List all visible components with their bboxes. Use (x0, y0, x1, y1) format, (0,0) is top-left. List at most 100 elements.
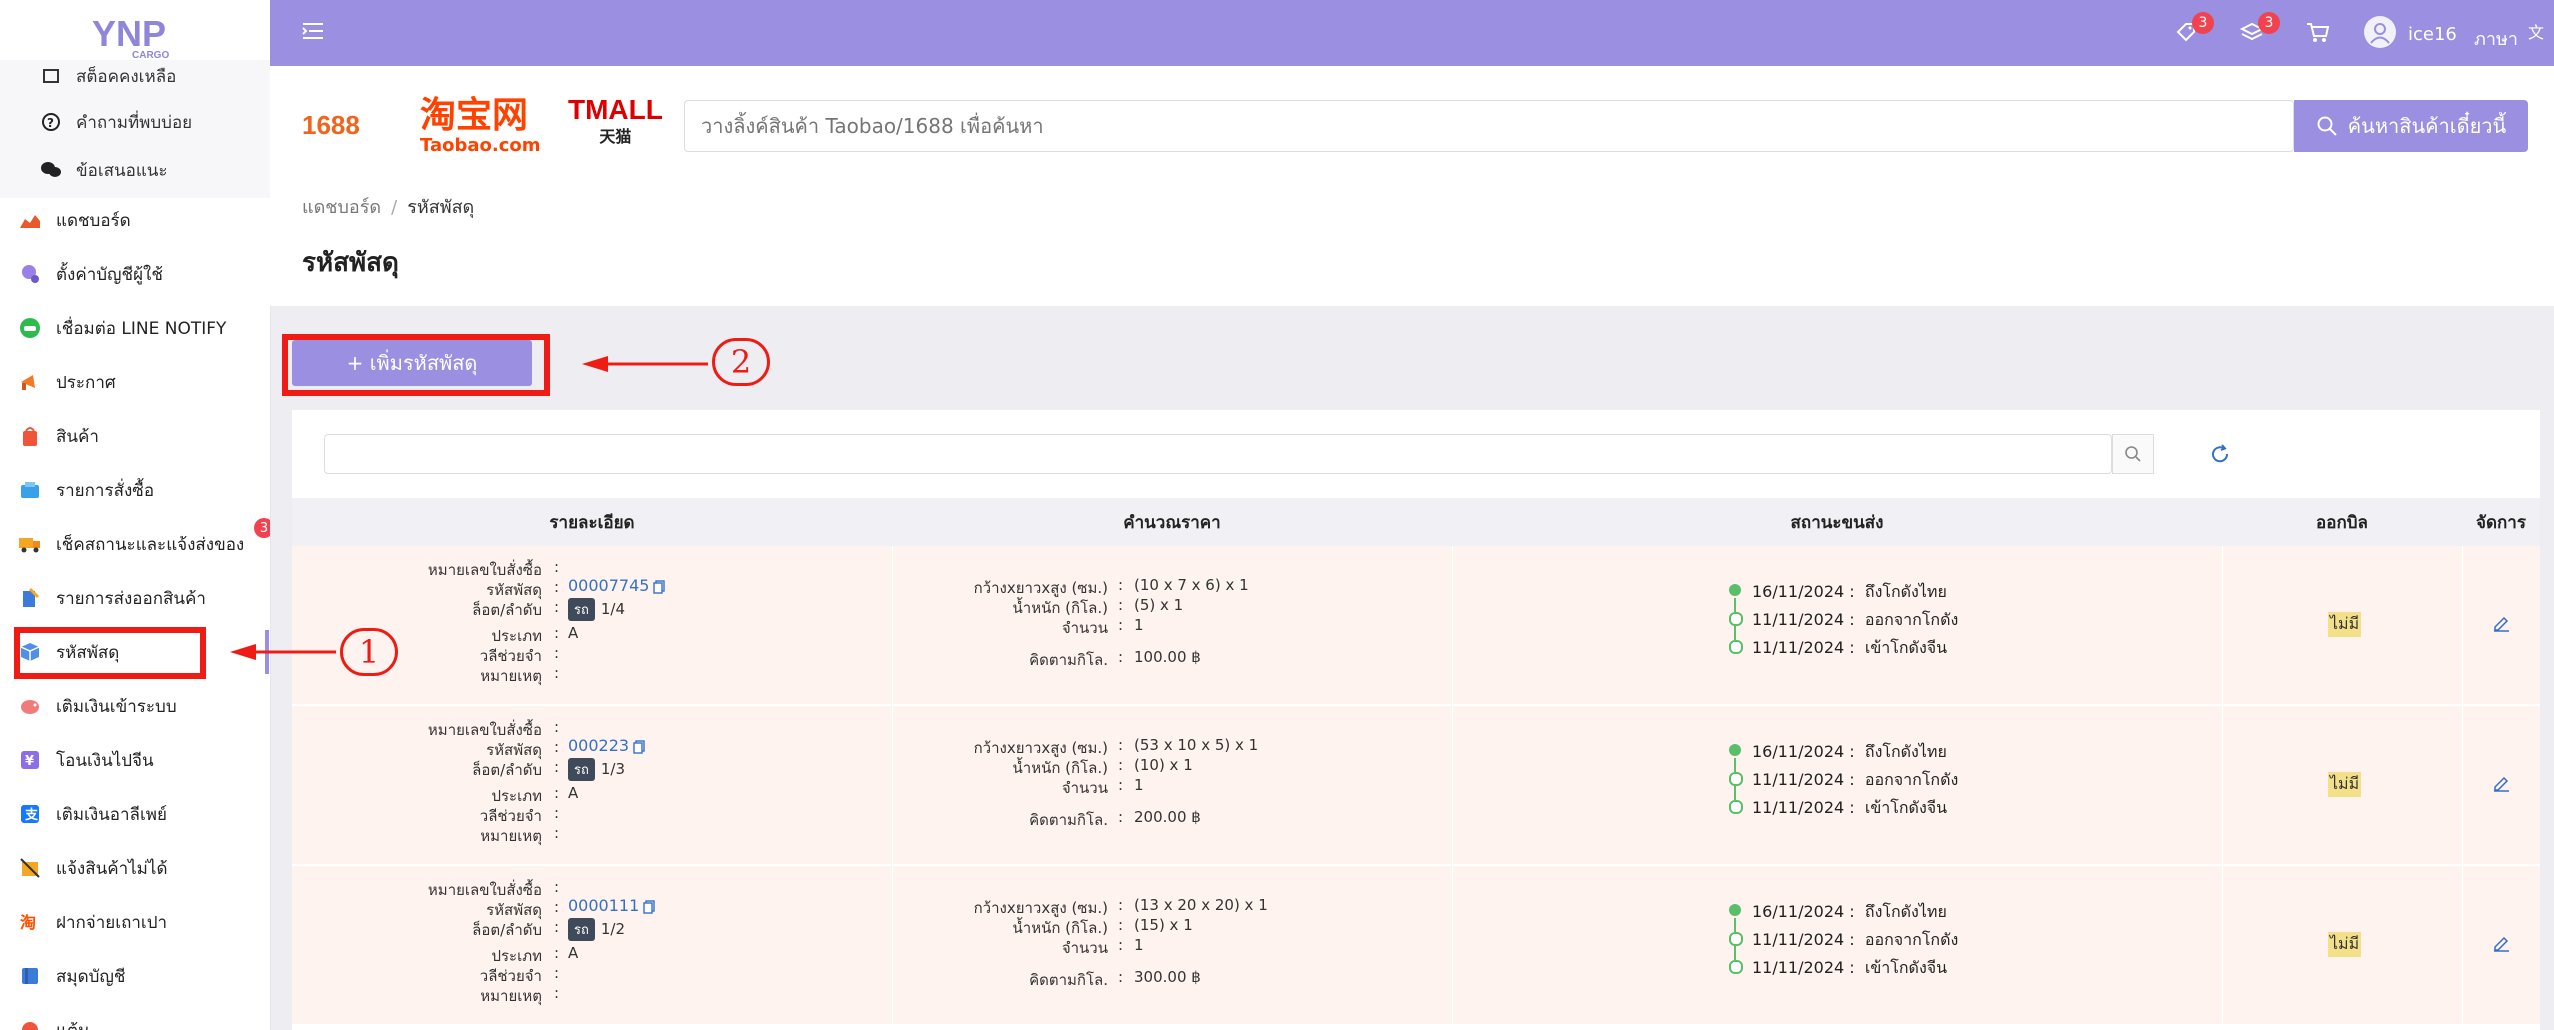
edit-icon[interactable] (2492, 774, 2510, 792)
language-selector[interactable]: ภาษา (2474, 24, 2518, 53)
detail-label: ล็อต/ลำดับ (472, 601, 542, 619)
detail-colon: : (554, 944, 560, 962)
search-button[interactable]: ค้นหาสินค้าเดี๋ยวนี้ (2294, 100, 2528, 152)
refresh-icon[interactable] (2208, 442, 2232, 466)
breadcrumb-separator: / (391, 197, 398, 218)
sidebar-item-line-notify[interactable]: เชื่อมต่อ LINE NOTIFY (18, 308, 270, 348)
parcel-code[interactable]: 00007745 (568, 576, 666, 595)
book-icon (18, 964, 42, 988)
header-price: คำนวณราคา (1123, 512, 1221, 533)
sidebar-item-orders[interactable]: รายการสั่งซื้อ (18, 470, 270, 510)
sidebar-item-tracking[interactable]: เช็คสถานะและแจ้งส่งของ 3 (18, 518, 270, 564)
timeline-dot (1729, 960, 1743, 974)
edit-icon[interactable] (2492, 614, 2510, 632)
truck-icon (18, 532, 42, 556)
price-colon: : (1118, 756, 1124, 774)
sidebar-item-taobao-pay[interactable]: 淘 ฝากจ่ายเถาเปา (18, 902, 270, 942)
dimensions: (53 x 10 x 5) x 1 (1134, 736, 1259, 754)
bag-icon (18, 424, 42, 448)
sidebar-sub-faq[interactable]: ? คำถามที่พบบ่อย (40, 104, 192, 140)
price-colon: : (1118, 648, 1124, 666)
sidebar-item-export[interactable]: รายการส่งออกสินค้า (18, 578, 270, 618)
sidebar-item-account[interactable]: ตั้งค่าบัญชีผู้ใช้ (18, 254, 270, 294)
price-total: 200.00 ฿ (1134, 808, 1201, 826)
step-2-marker: 2 (712, 338, 770, 386)
sidebar-item-label: สมุดบัญชี (56, 966, 126, 987)
detail-colon: : (554, 824, 560, 842)
logo-taobao[interactable]: 淘宝网 Taobao.com (420, 96, 541, 156)
table-row: หมายเลขใบสั่งซื้อ: รหัสพัสดุ: ล็อต/ลำดับ: ป… (292, 546, 2540, 706)
svg-text:支: 支 (24, 807, 39, 823)
logo-tmall[interactable]: TMALL 天猫 (568, 94, 663, 148)
sidebar-item-transfer-china[interactable]: ¥ โอนเงินไปจีน (18, 740, 270, 780)
sidebar-item-topup[interactable]: เติมเงินเข้าระบบ (18, 686, 270, 726)
detail-colon: : (554, 964, 560, 982)
sidebar-item-dashboard[interactable]: แดชบอร์ด (18, 200, 270, 240)
menu-toggle-icon[interactable] (300, 18, 326, 44)
logo-text: YNP (92, 13, 166, 54)
logo-1688[interactable]: 1688 (302, 106, 402, 153)
detail-colon: : (554, 804, 560, 822)
detail-colon: : (554, 578, 560, 596)
bill-status: ไม่มี (2328, 772, 2362, 797)
svg-text:?: ? (47, 116, 54, 130)
sidebar-item-label: เช็คสถานะและแจ้งส่งของ (56, 534, 245, 555)
brand-logo[interactable]: YNP CARGO (88, 12, 188, 61)
svg-text:¥: ¥ (25, 754, 34, 769)
sidebar-sub-stock[interactable]: สต็อคคงเหลือ (40, 58, 176, 94)
sidebar-sub-feedback[interactable]: ข้อเสนอแนะ (40, 152, 168, 188)
avatar[interactable] (2364, 16, 2396, 48)
filter-search-button[interactable] (2112, 434, 2154, 474)
sidebar-item-label: เติมเงินอาลีเพย์ (56, 804, 167, 825)
sidebar-item-ledger[interactable]: สมุดบัญชี (18, 956, 270, 996)
yuan-icon: ¥ (18, 748, 42, 772)
parcel-table-card: รายละเอียด คำนวณราคา สถานะขนส่ง ออกบิล จ… (292, 410, 2540, 1030)
table-row: หมายเลขใบสั่งซื้อ: รหัสพัสดุ: ล็อต/ลำดับ: ป… (292, 866, 2540, 1026)
detail-label: ล็อต/ลำดับ (472, 761, 542, 779)
timeline-entry: 11/11/2024 : เข้าโกดังจีน (1752, 638, 1948, 657)
timeline-dot (1729, 584, 1741, 596)
breadcrumb-home[interactable]: แดชบอร์ด (302, 197, 381, 218)
timeline-dot (1729, 932, 1743, 946)
points-icon (18, 1018, 42, 1030)
timeline-entry: 11/11/2024 : ออกจากโกดัง (1752, 610, 1959, 629)
timeline-dot (1729, 640, 1743, 654)
cell-divider (1452, 866, 1453, 1024)
arrow-step2 (582, 356, 708, 372)
timeline-entry: 16/11/2024 : ถึงโกดังไทย (1752, 742, 1947, 761)
price-colon: : (1118, 776, 1124, 794)
price-total: 300.00 ฿ (1134, 968, 1201, 986)
detail-label: ล็อต/ลำดับ (472, 921, 542, 939)
parcel-code[interactable]: 000223 (568, 736, 645, 755)
translate-icon[interactable]: 文 (2528, 18, 2554, 46)
detail-label: หมายเหตุ (480, 987, 542, 1005)
sidebar-item-label: รายการส่งออกสินค้า (56, 588, 206, 609)
cell-divider (2222, 546, 2223, 704)
search-input[interactable] (684, 100, 2294, 152)
header-details: รายละเอียด (549, 512, 635, 533)
filter-input[interactable] (324, 434, 2112, 474)
timeline-dot (1729, 800, 1743, 814)
detail-colon: : (554, 984, 560, 1002)
detail-label: หมายเหตุ (480, 827, 542, 845)
sidebar: YNP CARGO สต็อคคงเหลือ ? คำถามที่พบบ่อย … (0, 0, 271, 1030)
tracking-badge: 3 (254, 518, 270, 538)
parcel-code[interactable]: 0000111 (568, 896, 655, 915)
cart-icon[interactable] (2304, 18, 2332, 46)
sidebar-item-missing[interactable]: แจ้งสินค้าไม่ได้ (18, 848, 270, 888)
detail-colon: : (554, 758, 560, 776)
username[interactable]: ice16 (2408, 24, 2457, 45)
sidebar-item-announcement[interactable]: ประกาศ (18, 362, 270, 402)
sidebar-item-points[interactable]: แต้ม (18, 1010, 270, 1030)
cell-divider (2222, 706, 2223, 864)
sidebar-item-label: รายการสั่งซื้อ (56, 480, 155, 501)
alipay-icon: 支 (18, 802, 42, 826)
edit-icon[interactable] (2492, 934, 2510, 952)
weight: (10) x 1 (1134, 756, 1193, 774)
sidebar-item-products[interactable]: สินค้า (18, 416, 270, 456)
sidebar-item-alipay[interactable]: 支 เติมเงินอาลีเพย์ (18, 794, 270, 834)
lot-tag: รถ (568, 598, 595, 621)
sidebar-item-label: แต้ม (56, 1017, 89, 1030)
lot-sequence: รถ 1/3 (568, 758, 625, 781)
timeline-dot (1729, 744, 1741, 756)
